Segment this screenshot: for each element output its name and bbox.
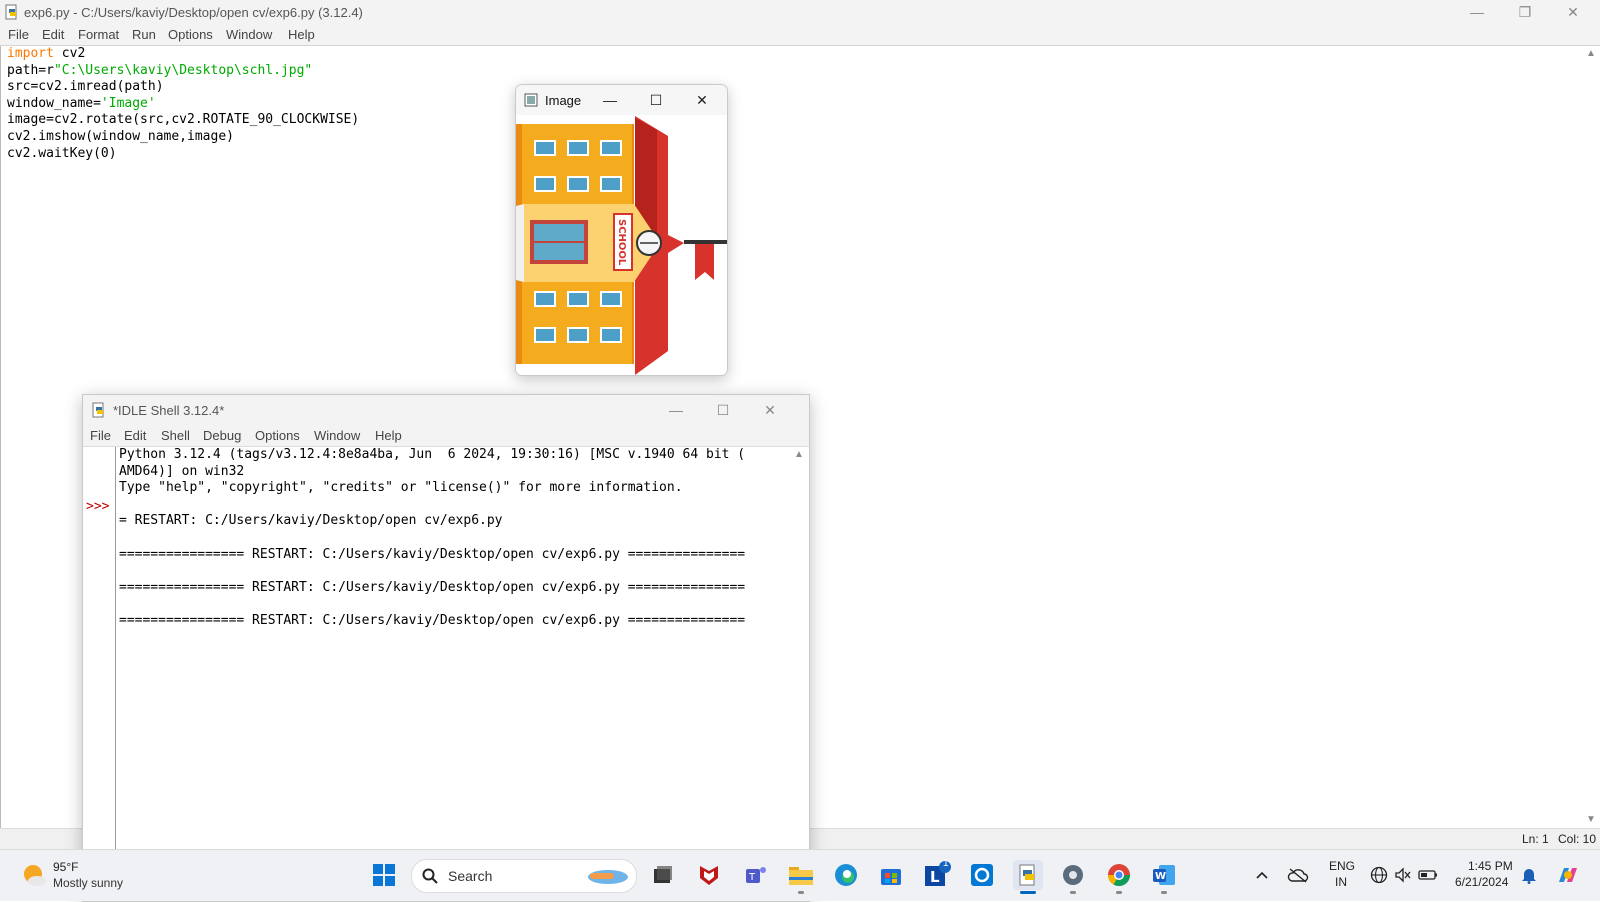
shell-output-line: ================ RESTART: C:/Users/kaviy… [119, 546, 746, 562]
python-idle-icon [92, 402, 104, 418]
menu-run[interactable]: Run [132, 27, 156, 42]
school-building-image: SCHOOL [516, 116, 727, 375]
menu-options[interactable]: Options [168, 27, 213, 42]
clock-date[interactable]: 6/21/2024 [1455, 875, 1508, 889]
close-button[interactable]: ✕ [1550, 0, 1596, 24]
shell-titlebar[interactable]: *IDLE Shell 3.12.4* — ☐ ✕ [83, 395, 809, 425]
network-globe-icon[interactable] [1368, 860, 1390, 890]
shell-window-title: *IDLE Shell 3.12.4* [113, 403, 225, 418]
image-window[interactable]: Image — ☐ ✕ SCHOOL [515, 84, 728, 376]
clock-time[interactable]: 1:45 PM [1468, 859, 1513, 873]
idle-shell-window[interactable]: *IDLE Shell 3.12.4* — ☐ ✕ File Edit Shel… [82, 394, 810, 902]
menu-help[interactable]: Help [288, 27, 315, 42]
window-app-icon [524, 93, 538, 107]
shell-output-line: ================ RESTART: C:/Users/kaviy… [119, 613, 746, 628]
scroll-up-arrow-icon[interactable]: ▲ [1586, 48, 1596, 59]
maximize-button[interactable]: ☐ [636, 85, 676, 115]
image-window-titlebar[interactable]: Image — ☐ ✕ [516, 85, 727, 115]
menu-format[interactable]: Format [78, 27, 119, 42]
image-window-title: Image [545, 93, 582, 108]
maximize-button[interactable]: ☐ [700, 395, 746, 425]
scroll-up-arrow-icon[interactable]: ▲ [794, 449, 804, 460]
file-explorer-icon[interactable] [786, 860, 816, 894]
code-line: path=r"C:\Users\kaviy\Desktop\schl.jpg" [7, 62, 313, 78]
cortana-icon[interactable] [967, 860, 997, 890]
shell-output-line: Type "help", "copyright", "credits" or "… [119, 480, 683, 496]
menu-edit[interactable]: Edit [42, 27, 64, 42]
language-indicator-line2[interactable]: IN [1335, 875, 1347, 889]
weather-widget[interactable]: 95°F Mostly sunny [14, 850, 154, 901]
code-line: window_name='Image' [7, 95, 156, 111]
close-button[interactable]: ✕ [747, 395, 793, 425]
taskbar-search-box[interactable]: Search [411, 859, 637, 893]
start-icon[interactable] [369, 860, 399, 890]
shell-output[interactable]: Python 3.12.4 (tags/v3.12.4:8e8a4ba, Jun… [117, 447, 789, 901]
editor-window-title: exp6.py - C:/Users/kaviy/Desktop/open cv… [24, 5, 363, 20]
menu-file[interactable]: File [90, 428, 111, 443]
cloud-offline-icon[interactable] [1286, 860, 1310, 890]
menu-window[interactable]: Window [314, 428, 360, 443]
shell-output-line: Python 3.12.4 (tags/v3.12.4:8e8a4ba, Jun… [119, 447, 746, 462]
code-line: cv2.imshow(window_name,image) [7, 129, 234, 144]
shell-output-line: AMD64)] on win32 [119, 463, 245, 479]
shell-output-line: = RESTART: C:/Users/kaviy/Desktop/open c… [119, 513, 503, 529]
store-icon[interactable] [876, 860, 906, 890]
school-sign-text: SCHOOL [616, 219, 627, 266]
svg-text:T: T [748, 872, 756, 883]
editor-titlebar[interactable]: exp6.py - C:/Users/kaviy/Desktop/open cv… [0, 0, 1600, 24]
editor-scrollbar[interactable]: ▲ ▼ [1582, 46, 1600, 828]
menu-edit[interactable]: Edit [124, 428, 146, 443]
close-button[interactable]: ✕ [682, 85, 722, 115]
settings-icon[interactable] [1058, 860, 1088, 894]
minimize-button[interactable]: — [1454, 0, 1500, 24]
chevron-up-icon[interactable] [1252, 860, 1272, 890]
copilot-icon[interactable] [1553, 860, 1583, 890]
taskbar: 95°F Mostly sunny Search T L 1 W ENG IN … [0, 849, 1600, 901]
restore-button[interactable]: ❐ [1502, 0, 1548, 24]
notification-bell-icon[interactable] [1518, 860, 1540, 890]
svg-text:L: L [930, 868, 940, 886]
language-indicator-line1[interactable]: ENG [1329, 859, 1355, 873]
volume-muted-icon[interactable] [1392, 860, 1414, 890]
code-line: cv2.waitKey(0) [7, 145, 117, 161]
battery-icon[interactable] [1416, 860, 1440, 890]
shell-menubar: File Edit Shell Debug Options Window Hel… [83, 425, 809, 447]
code-line: import cv2 [7, 46, 86, 61]
menu-window[interactable]: Window [226, 27, 272, 42]
shell-output-line: ================ RESTART: C:/Users/kaviy… [119, 579, 746, 595]
sun-cloud-icon [24, 865, 46, 886]
python-idle-icon[interactable] [1013, 860, 1043, 894]
code-line: src=cv2.imread(path) [7, 79, 164, 95]
shell-scrollbar[interactable]: ▲ [789, 447, 808, 901]
file-manager-icon[interactable] [648, 860, 678, 890]
svg-text:W: W [1155, 871, 1166, 882]
status-column-number: Col: 10 [1558, 832, 1597, 846]
search-highlight-icon [588, 870, 628, 884]
status-line-number: Ln: 1 [1522, 832, 1549, 846]
word-icon[interactable]: W [1149, 860, 1179, 894]
menu-file[interactable]: File [8, 27, 29, 42]
teams-icon[interactable]: T [741, 860, 771, 890]
notification-badge: 1 [943, 858, 949, 869]
edge-icon[interactable] [831, 860, 861, 890]
chrome-icon[interactable] [1104, 860, 1134, 894]
mcafee-icon[interactable] [694, 860, 724, 890]
code-line: image=cv2.rotate(src,cv2.ROTATE_90_CLOCK… [7, 112, 360, 128]
shell-prompt-gutter [83, 447, 116, 901]
menu-help[interactable]: Help [375, 428, 402, 443]
search-icon [422, 868, 438, 884]
editor-menubar: File Edit Format Run Options Window Help [0, 24, 1600, 46]
weather-description: Mostly sunny [53, 876, 124, 890]
l-app-icon[interactable]: L 1 [922, 858, 952, 890]
minimize-button[interactable]: — [590, 85, 630, 115]
weather-temperature: 95°F [53, 860, 79, 874]
menu-shell[interactable]: Shell [161, 428, 190, 443]
menu-options[interactable]: Options [255, 428, 300, 443]
minimize-button[interactable]: — [653, 395, 699, 425]
shell-prompt: >>> [86, 499, 110, 514]
scroll-down-arrow-icon[interactable]: ▼ [1586, 814, 1596, 825]
menu-debug[interactable]: Debug [203, 428, 241, 443]
python-file-icon [5, 4, 17, 20]
search-placeholder: Search [448, 868, 493, 884]
